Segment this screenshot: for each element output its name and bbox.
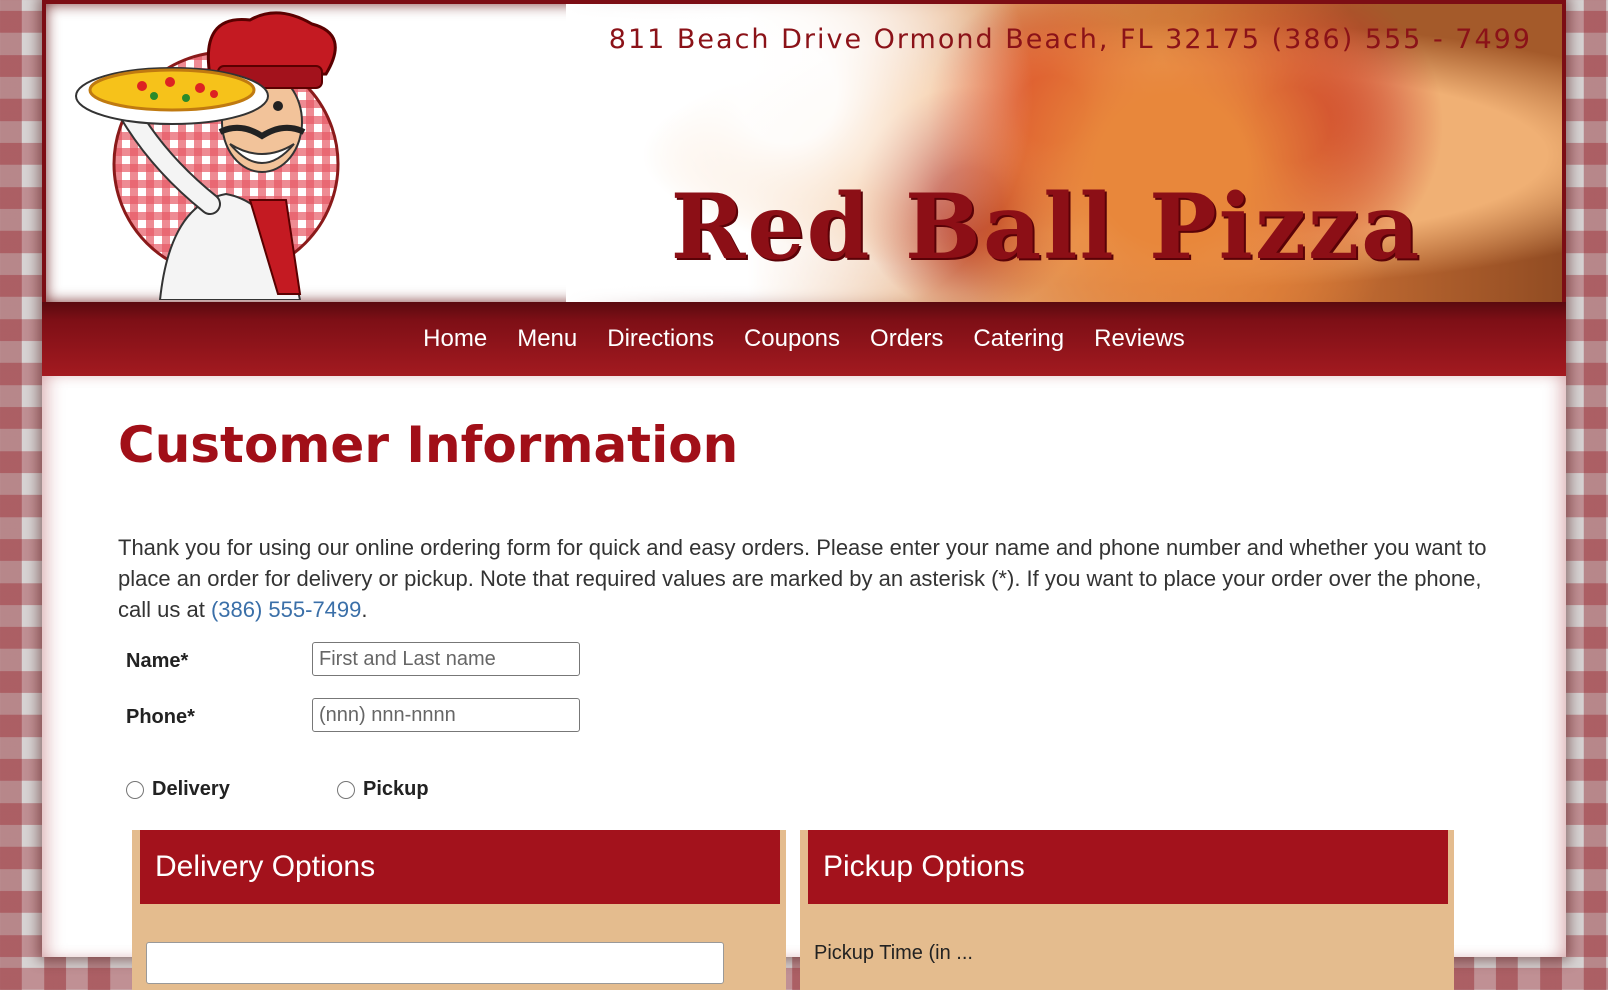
delivery-radio[interactable]	[126, 780, 144, 799]
nav-menu[interactable]: Menu	[502, 302, 592, 376]
nav-directions[interactable]: Directions	[592, 302, 729, 376]
header-address: 811 Beach Drive Ormond Beach, FL 32175 (…	[608, 24, 1532, 55]
nav-home[interactable]: Home	[408, 302, 502, 376]
page-title: Customer Information	[118, 416, 739, 474]
delivery-options-panel: Delivery Options	[132, 830, 786, 990]
intro-end: .	[361, 597, 368, 622]
delivery-address-input[interactable]	[146, 942, 724, 984]
pickup-radio[interactable]	[337, 780, 355, 799]
delivery-radio-label: Delivery	[152, 778, 230, 800]
intro-paragraph: Thank you for using our online ordering …	[118, 532, 1498, 625]
pickup-time-label: Pickup Time (in ...	[814, 942, 973, 964]
delivery-options-title: Delivery Options	[140, 830, 780, 904]
name-label: Name*	[126, 650, 189, 672]
delivery-radio-group: Delivery	[126, 778, 230, 801]
main-nav: Home Menu Directions Coupons Orders Cate…	[42, 302, 1566, 376]
site-header: 811 Beach Drive Ormond Beach, FL 32175 (…	[42, 0, 1566, 302]
chef-mascot-logo	[75, 11, 340, 300]
main-content: Customer Information Thank you for using…	[42, 376, 1566, 990]
page-container: 811 Beach Drive Ormond Beach, FL 32175 (…	[42, 0, 1566, 990]
brand-title: Red Ball Pizza	[670, 174, 1422, 280]
name-input[interactable]	[312, 642, 580, 676]
phone-input[interactable]	[312, 698, 580, 732]
nav-reviews[interactable]: Reviews	[1079, 302, 1200, 376]
nav-orders[interactable]: Orders	[855, 302, 958, 376]
nav-coupons[interactable]: Coupons	[729, 302, 855, 376]
nav-catering[interactable]: Catering	[958, 302, 1079, 376]
phone-link[interactable]: (386) 555-7499	[211, 597, 361, 622]
phone-label: Phone*	[126, 706, 195, 728]
pickup-options-title: Pickup Options	[808, 830, 1448, 904]
pickup-radio-label: Pickup	[363, 778, 429, 800]
pickup-options-panel: Pickup Options Pickup Time (in ...	[800, 830, 1454, 990]
pickup-radio-group: Pickup	[337, 778, 429, 801]
